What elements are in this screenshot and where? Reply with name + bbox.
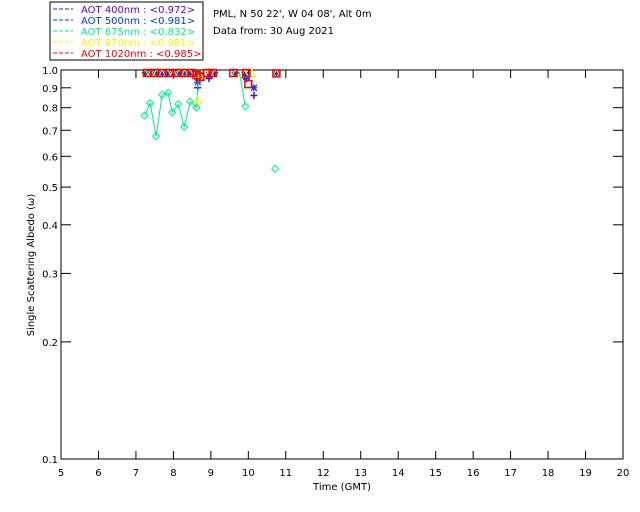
y-axis-label: Single Scattering Albedo (ω) — [26, 194, 37, 337]
y-tick-label: 0.2 — [42, 338, 58, 349]
y-tick-label: 0.4 — [42, 221, 58, 232]
y-tick-label: 0.5 — [42, 183, 58, 194]
y-tick-label: 0.1 — [42, 455, 58, 466]
x-axis: 5 6 7 8 9 10 11 12 13 14 15 16 17 18 19 20 — [58, 70, 630, 479]
x-tick-label: 7 — [133, 468, 139, 479]
y-tick-label: 0.6 — [42, 152, 58, 163]
data-point-diamond — [271, 164, 280, 174]
plot-frame — [60, 69, 624, 460]
legend-label: AOT 500nm : <0.981> — [81, 16, 195, 27]
plot-area — [140, 68, 281, 174]
y-tick-label: 0.3 — [42, 269, 58, 280]
info-date: Data from: 30 Aug 2021 — [213, 26, 334, 37]
x-tick-label: 5 — [58, 468, 64, 479]
x-tick-label: 13 — [354, 468, 367, 479]
legend-label: AOT 400nm : <0.972> — [81, 5, 195, 16]
y-tick-label: 1.0 — [42, 66, 58, 77]
x-tick-label: 8 — [170, 468, 176, 479]
x-tick-label: 19 — [579, 468, 592, 479]
x-tick-label: 9 — [208, 468, 214, 479]
x-tick-label: 17 — [504, 468, 517, 479]
series-2 — [140, 70, 280, 174]
info-location: PML, N 50 22', W 04 08', Alt 0m — [213, 9, 372, 20]
x-tick-label: 11 — [279, 468, 292, 479]
legend-label: AOT 675nm : <0.832> — [81, 27, 195, 38]
x-tick-label: 14 — [392, 468, 405, 479]
x-tick-label: 18 — [542, 468, 555, 479]
y-tick-label: 0.8 — [42, 104, 58, 115]
legend-label: AOT 1020nm : <0.985> — [81, 49, 201, 60]
x-axis-label: Time (GMT) — [312, 482, 371, 493]
y-axis: 1.0 0.9 0.8 0.7 0.6 0.5 0.4 0.3 0.2 0.1 — [42, 66, 623, 466]
data-point-plus — [250, 91, 258, 99]
x-tick-label: 12 — [317, 468, 330, 479]
x-tick-label: 20 — [617, 468, 630, 479]
x-tick-label: 15 — [429, 468, 442, 479]
y-tick-label: 0.9 — [42, 84, 58, 95]
series-line — [144, 75, 200, 137]
x-tick-label: 6 — [95, 468, 101, 479]
data-point-triangle — [193, 94, 203, 104]
legend-label: AOT 870nm : <0.981> — [81, 38, 195, 49]
y-tick-label: 0.7 — [42, 126, 58, 137]
chart: AOT 400nm : <0.972>AOT 500nm : <0.981>AO… — [26, 1, 630, 493]
x-tick-label: 10 — [242, 468, 255, 479]
x-tick-label: 16 — [467, 468, 480, 479]
legend: AOT 400nm : <0.972>AOT 500nm : <0.981>AO… — [49, 1, 204, 61]
